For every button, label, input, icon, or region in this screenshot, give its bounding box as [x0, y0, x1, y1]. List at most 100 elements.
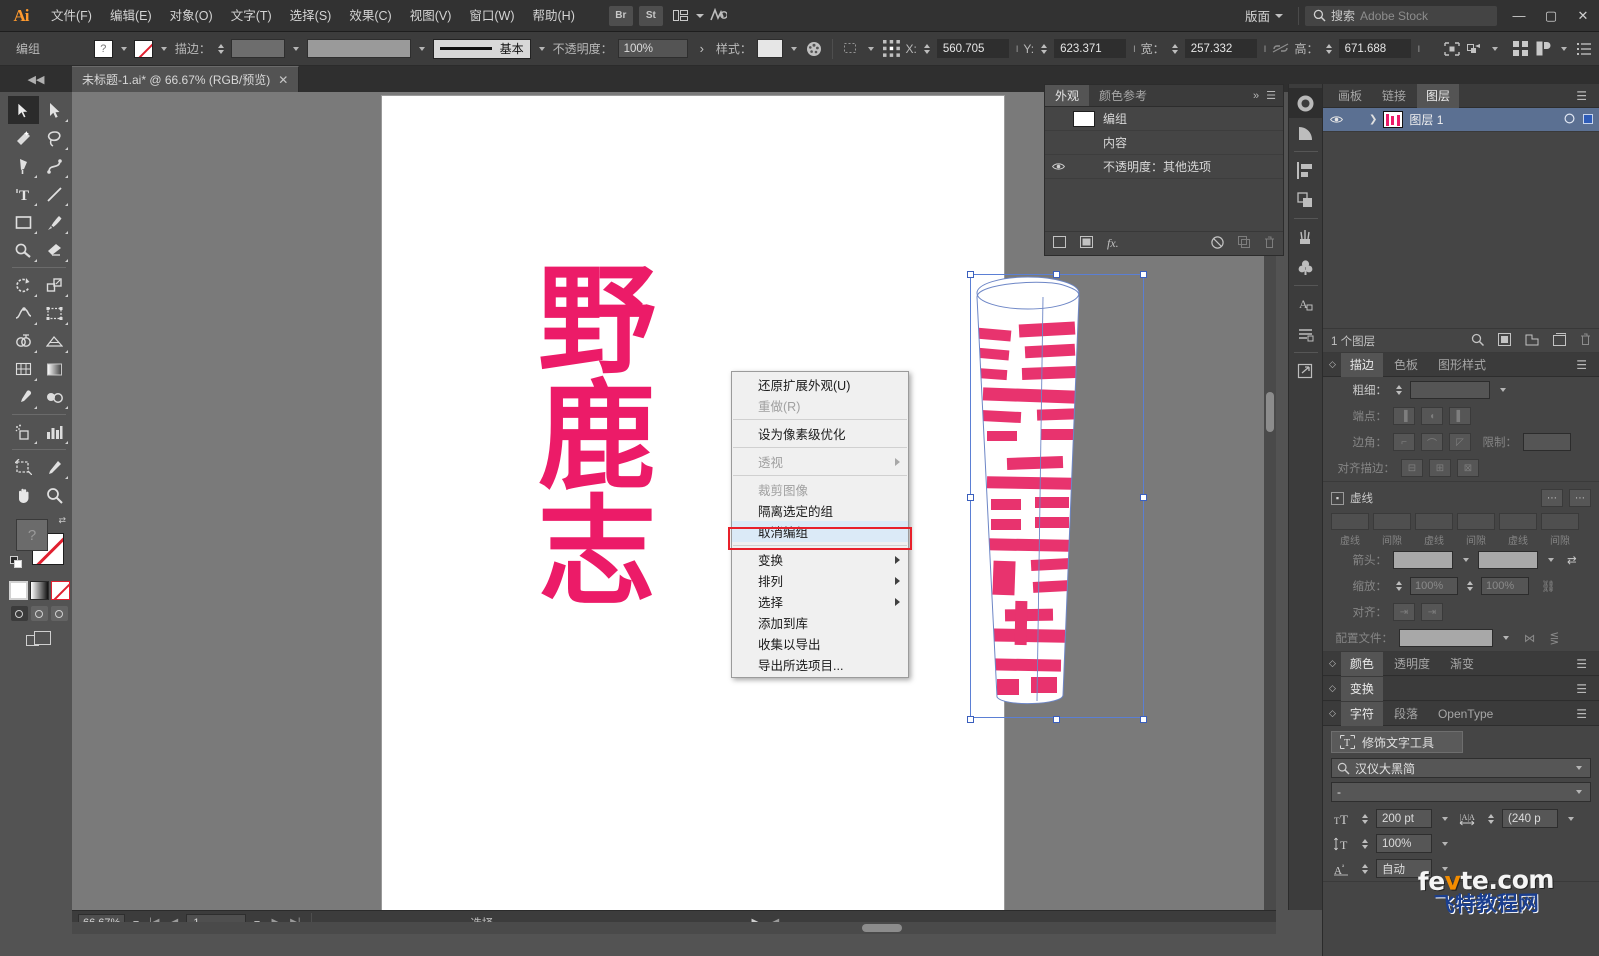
scale-tool[interactable] — [39, 271, 70, 299]
context-menu-item[interactable]: 排列 — [732, 570, 908, 591]
layer-selection-indicator[interactable] — [1583, 113, 1593, 127]
control-panel-menu-icon[interactable] — [1575, 39, 1593, 59]
font-family-dropdown[interactable]: 汉仪大黑简 — [1331, 758, 1591, 778]
link-arrow-scales-icon[interactable]: ⛓ — [1541, 579, 1556, 593]
tab-layers[interactable]: 图层 — [1417, 84, 1459, 108]
select-similar-icon[interactable] — [1466, 39, 1484, 59]
dash-input-3[interactable] — [1499, 513, 1537, 530]
rail-brushes-icon[interactable] — [1289, 222, 1323, 252]
swap-arrowheads-icon[interactable]: ⇄ — [1567, 553, 1577, 567]
slice-tool[interactable] — [39, 453, 70, 481]
context-menu-item[interactable]: 导出所选项目... — [732, 654, 908, 675]
arrow-scale-input-1[interactable]: 100% — [1410, 577, 1458, 595]
layer-name[interactable]: 图层 1 — [1409, 111, 1443, 128]
color-panel-collapse-icon[interactable]: ◇ — [1329, 658, 1336, 669]
stroke-weight-stepper[interactable] — [216, 40, 226, 58]
brush-chevron-icon[interactable] — [536, 40, 548, 58]
locate-object-icon[interactable] — [1471, 333, 1484, 349]
font-size-stepper[interactable] — [1359, 810, 1370, 828]
appearance-row-group[interactable]: 编组 — [1045, 107, 1283, 131]
free-transform-tool[interactable] — [39, 299, 70, 327]
type-tool[interactable]: T — [8, 180, 39, 208]
vertical-scale-stepper[interactable] — [1359, 835, 1370, 853]
shaper-tool[interactable] — [8, 236, 39, 264]
projecting-cap-button[interactable]: ▌ — [1449, 407, 1471, 425]
shape-builder-tool[interactable] — [8, 327, 39, 355]
selection-handle-tl[interactable] — [967, 271, 974, 278]
gap-input-1[interactable] — [1373, 513, 1411, 530]
menu-file[interactable]: 文件(F) — [42, 0, 101, 32]
rail-color-guide-icon[interactable] — [1289, 118, 1323, 148]
tab-swatches[interactable]: 色板 — [1385, 353, 1427, 377]
graphic-style-swatch[interactable] — [757, 39, 783, 58]
magic-wand-tool[interactable] — [8, 124, 39, 152]
fill-color-swatch[interactable]: ? — [94, 40, 112, 58]
transform-panel-collapse-icon[interactable]: ◇ — [1329, 683, 1336, 694]
eraser-tool[interactable] — [39, 236, 70, 264]
default-fill-stroke-icon[interactable] — [10, 556, 23, 569]
selection-handle-bl[interactable] — [967, 716, 974, 723]
none-mode-button[interactable] — [51, 581, 70, 600]
transform-panel-menu-icon[interactable]: ☰ — [1576, 682, 1593, 696]
draw-normal-button[interactable] — [11, 606, 28, 621]
arrow-scale-stepper-1[interactable] — [1393, 577, 1404, 595]
draw-inside-button[interactable] — [51, 606, 68, 621]
lasso-tool[interactable] — [39, 124, 70, 152]
stock-search-input[interactable]: 搜索 Adobe Stock — [1305, 6, 1497, 26]
canvas-horizontal-scrollbar[interactable] — [72, 922, 1276, 934]
close-document-icon[interactable]: ✕ — [278, 73, 288, 87]
context-menu-item[interactable]: 取消编组 — [732, 521, 908, 542]
selection-handle-mr[interactable] — [1140, 494, 1147, 501]
miter-limit-input[interactable] — [1523, 433, 1571, 451]
layers-panel-menu-icon[interactable]: ☰ — [1576, 89, 1593, 103]
tab-transform[interactable]: 变换 — [1341, 677, 1383, 701]
context-menu-item[interactable]: 选择 — [732, 591, 908, 612]
dash-preserve-exact-icon[interactable]: ⋯ — [1541, 489, 1563, 507]
font-size-chevron-icon[interactable] — [1438, 810, 1451, 828]
align-outside-stroke-button[interactable]: ⊠ — [1457, 459, 1479, 477]
context-menu-item[interactable]: 收集以导出 — [732, 633, 908, 654]
tab-paragraph[interactable]: 段落 — [1385, 702, 1427, 726]
select-similar-chevron-icon[interactable] — [1489, 40, 1501, 58]
align-panel-icon[interactable] — [1511, 39, 1529, 59]
direct-selection-tool[interactable] — [39, 96, 70, 124]
arrange-documents-chevron-icon[interactable] — [696, 14, 704, 18]
transform-chevron-icon[interactable] — [865, 40, 877, 58]
bevel-join-button[interactable]: ◸ — [1449, 433, 1471, 451]
miter-join-button[interactable]: ⌐ — [1393, 433, 1415, 451]
layer-target-icon[interactable] — [1564, 113, 1575, 127]
stroke-profile-dropdown[interactable] — [307, 39, 411, 58]
height-input[interactable]: 671.688 — [1339, 39, 1411, 58]
opacity-input[interactable]: 100% — [618, 39, 688, 58]
align-center-stroke-button[interactable]: ⊟ — [1401, 459, 1423, 477]
appearance-row-opacity-label[interactable]: 不透明度：其他选项 — [1103, 158, 1211, 175]
rail-symbols-icon[interactable] — [1289, 252, 1323, 282]
gradient-mode-button[interactable] — [30, 581, 49, 600]
rail-pathfinder-icon[interactable] — [1289, 185, 1323, 215]
make-clipping-mask-icon[interactable] — [1498, 333, 1511, 349]
selection-tool[interactable] — [8, 96, 39, 124]
leading-stepper[interactable] — [1485, 810, 1496, 828]
appearance-row-opacity[interactable]: 不透明度：其他选项 — [1045, 155, 1283, 179]
tab-stroke[interactable]: 描边 — [1341, 353, 1383, 377]
selection-handle-br[interactable] — [1140, 716, 1147, 723]
dash-adjust-corners-icon[interactable]: ⋯ — [1569, 489, 1591, 507]
rail-asset-export-icon[interactable] — [1289, 356, 1323, 386]
transform-options-icon[interactable] — [842, 39, 860, 59]
close-button[interactable]: ✕ — [1567, 0, 1599, 32]
width-input[interactable]: 257.332 — [1185, 39, 1257, 58]
selection-handle-ml[interactable] — [967, 494, 974, 501]
leading-input[interactable]: (240 p — [1502, 809, 1558, 828]
font-style-dropdown[interactable]: - — [1331, 782, 1591, 802]
touch-type-tool-button[interactable]: T 修饰文字工具 — [1331, 731, 1463, 753]
height-stepper[interactable] — [1324, 40, 1334, 58]
width-stepper[interactable] — [1170, 40, 1180, 58]
x-input[interactable]: 560.705 — [937, 39, 1009, 58]
tab-character[interactable]: 字符 — [1341, 702, 1383, 726]
character-panel-menu-icon[interactable]: ☰ — [1576, 707, 1593, 721]
menu-select[interactable]: 选择(S) — [281, 0, 341, 32]
rail-align-icon[interactable] — [1289, 155, 1323, 185]
duplicate-item-icon[interactable] — [1238, 236, 1250, 252]
collapse-panels-icon[interactable]: ◀◀ — [0, 66, 72, 92]
blend-tool[interactable] — [39, 383, 70, 411]
